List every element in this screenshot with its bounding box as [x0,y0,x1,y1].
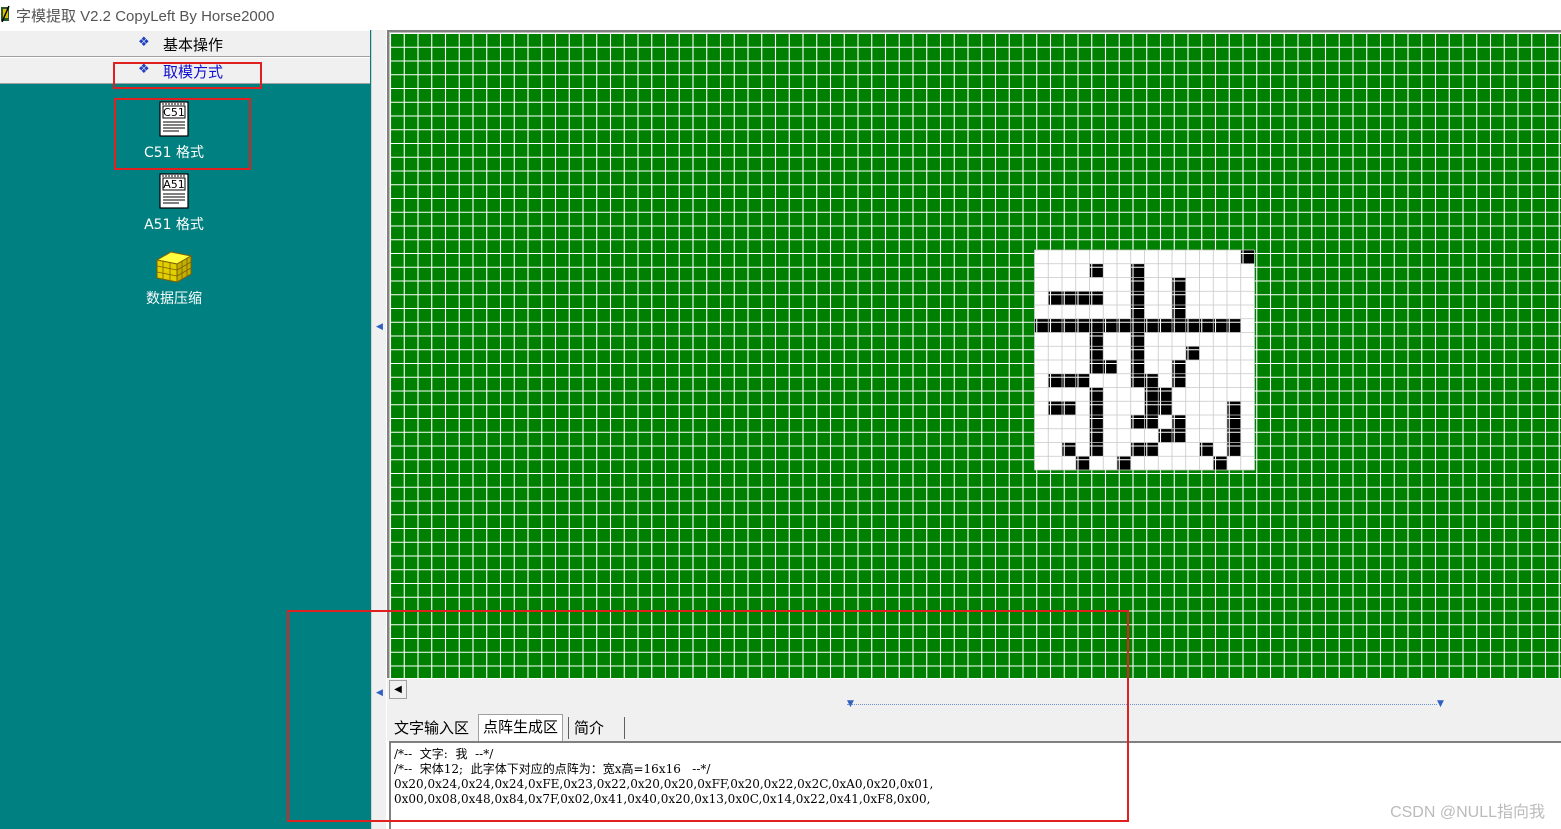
app-icon [1,5,10,23]
section-basic-ops[interactable]: ❖ 基本操作 [0,30,370,57]
svg-text:C51: C51 [163,106,185,119]
output-line: 0x00,0x08,0x48,0x84,0x7F,0x02,0x41,0x40,… [394,792,931,806]
horizontal-splitter[interactable]: ▼ ▼ [387,699,1561,713]
tab-about[interactable]: 简介 [570,716,608,740]
yellow-cube-icon [155,251,193,283]
pixel-grid[interactable] [390,33,1561,679]
splitter-grip[interactable] [847,704,1437,705]
diamond-bullet-icon: ❖ [138,35,150,50]
section-modeling-method[interactable]: ❖ 取模方式 [0,57,370,84]
output-text-area[interactable]: /*-- 文字: 我 --*/ /*-- 宋体12; 此字体下对应的点阵为：宽x… [389,741,1561,829]
data-compress-label: 数据压缩 [146,291,202,307]
title-bar: 字模提取 V2.2 CopyLeft By Horse2000 [0,0,1561,28]
tab-dot-matrix-output[interactable]: 点阵生成区 [478,714,564,741]
tab-divider [624,717,625,739]
expand-down-icon[interactable]: ▼ [1437,699,1444,709]
dot-matrix-canvas[interactable] [387,30,1561,679]
c51-format-label: C51 格式 [143,145,205,161]
diamond-bullet-icon: ❖ [138,62,150,77]
section-label: 基本操作 [163,36,224,54]
tab-bar: 文字输入区 点阵生成区 简介 [387,713,1561,741]
window-title: 字模提取 V2.2 CopyLeft By Horse2000 [16,8,275,25]
vertical-splitter[interactable]: ◀ ◀ [371,30,386,829]
tab-text-input[interactable]: 文字输入区 [390,716,473,740]
expand-down-icon[interactable]: ▼ [847,699,854,709]
output-line: /*-- 宋体12; 此字体下对应的点阵为：宽x高=16x16 --*/ [394,762,711,776]
c51-document-icon: C51 [159,101,189,137]
a51-format-button[interactable]: A51 A51 格式 [124,172,224,234]
section-label: 取模方式 [163,63,224,81]
c51-format-button[interactable]: C51 C51 格式 [124,100,224,162]
data-compress-button[interactable]: 数据压缩 [124,246,224,308]
tab-divider [568,717,569,739]
watermark: CSDN @NULL指向我 [1390,804,1545,821]
output-line: 0x20,0x24,0x24,0x24,0xFE,0x23,0x22,0x20,… [394,777,934,791]
collapse-left-icon[interactable]: ◀ [376,688,383,698]
sidebar: ❖ 基本操作 ❖ 取模方式 C51 C51 格式 A51 A51 格式 数据压缩 [0,30,371,829]
horizontal-scrollbar[interactable]: ◀ [387,678,1561,699]
output-line: /*-- 文字: 我 --*/ [394,747,494,761]
scroll-left-button[interactable]: ◀ [389,680,407,699]
collapse-left-icon[interactable]: ◀ [376,322,383,332]
a51-document-icon: A51 [159,173,189,209]
a51-format-label: A51 格式 [144,217,204,233]
svg-text:A51: A51 [163,178,185,191]
